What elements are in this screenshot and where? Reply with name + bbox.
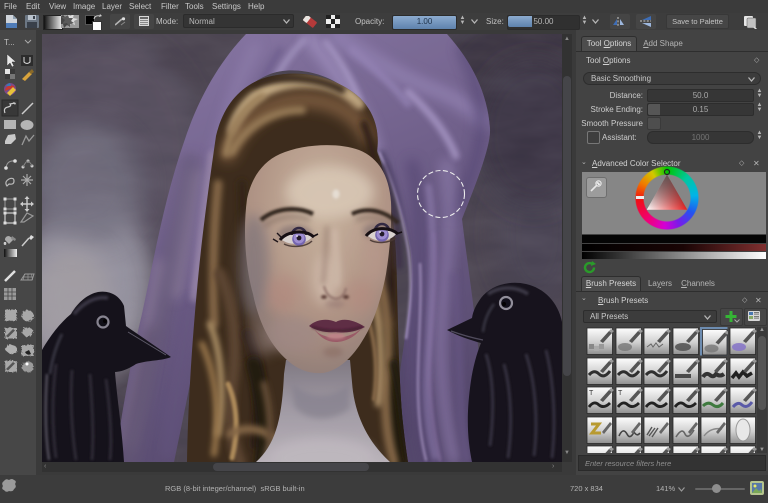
svg-text:T...: T... (4, 38, 15, 47)
svg-text:T: T (618, 390, 623, 397)
svg-text:T: T (589, 390, 594, 397)
